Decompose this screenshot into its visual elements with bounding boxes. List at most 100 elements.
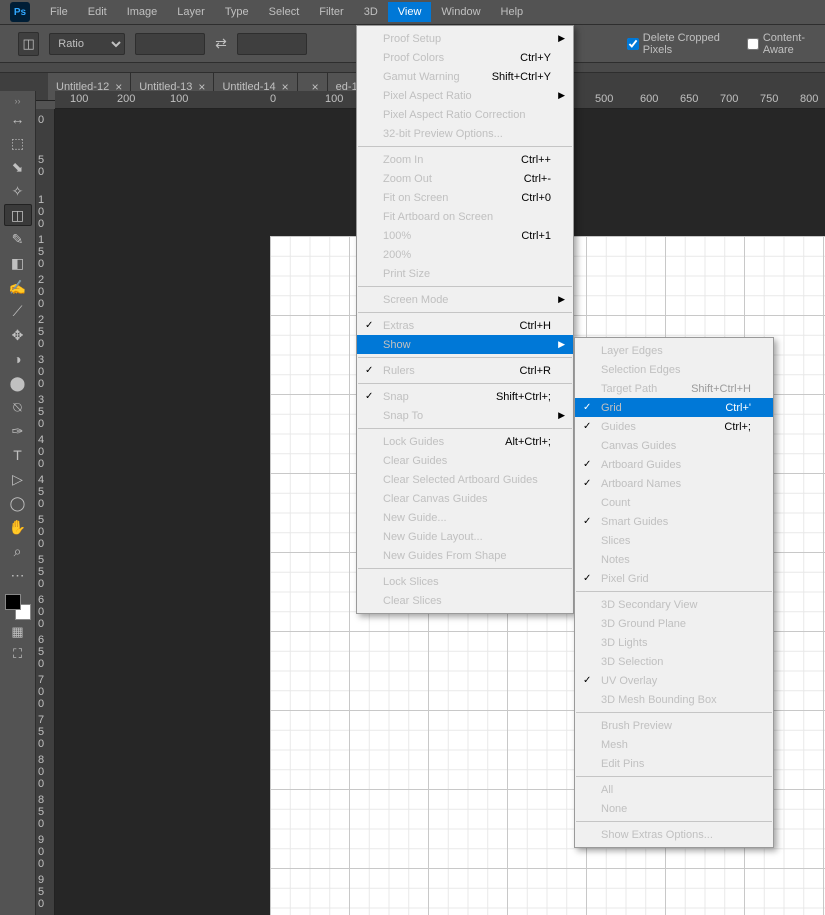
ruler-tick: 950 [38, 874, 44, 910]
delete-cropped-check-input[interactable] [627, 38, 639, 50]
menu-item[interactable]: Fit on ScreenCtrl+0 [357, 188, 573, 207]
ruler-tick: 400 [38, 434, 44, 470]
crop-tool-icon[interactable]: ◫ [18, 32, 39, 56]
menu-window[interactable]: Window [431, 2, 490, 22]
menu-item[interactable]: 200% [357, 245, 573, 264]
swap-dimensions-icon[interactable]: ⇄ [215, 35, 227, 52]
menu-item[interactable]: ✓UV Overlay [575, 671, 773, 690]
tool-button[interactable]: ✧ [4, 180, 32, 202]
crop-width-input[interactable] [135, 33, 205, 55]
color-swatch[interactable] [5, 594, 31, 620]
menu-item[interactable]: Lock Slices [357, 572, 573, 591]
menu-item[interactable]: Slices [575, 531, 773, 550]
menu-3d[interactable]: 3D [354, 2, 388, 22]
menu-separator [576, 776, 772, 777]
foreground-swatch[interactable] [5, 594, 21, 610]
menu-item[interactable]: Proof ColorsCtrl+Y [357, 48, 573, 67]
menu-view[interactable]: View [388, 2, 432, 22]
menu-item: New Guides From Shape [357, 546, 573, 565]
tool-button[interactable]: ⬚ [4, 132, 32, 154]
menu-item[interactable]: Screen Mode▶ [357, 290, 573, 309]
collapse-icon[interactable]: ›› [15, 96, 21, 106]
menu-item[interactable]: Gamut WarningShift+Ctrl+Y [357, 67, 573, 86]
menu-item-label: Extras [383, 320, 414, 332]
menu-item[interactable]: ✓Smart Guides [575, 512, 773, 531]
menu-item[interactable]: Print Size [357, 264, 573, 283]
menu-item: Brush Preview [575, 716, 773, 735]
menu-item-label: New Guide Layout... [383, 531, 483, 543]
content-aware-checkbox[interactable]: Content-Aware [747, 32, 825, 56]
tool-more[interactable]: ⋯ [4, 564, 32, 586]
menu-item[interactable]: ✓ExtrasCtrl+H [357, 316, 573, 335]
menu-item[interactable]: Snap To▶ [357, 406, 573, 425]
menu-item[interactable]: ✓Pixel Grid [575, 569, 773, 588]
content-aware-check-input[interactable] [747, 38, 759, 50]
tool-button[interactable]: ◑ [4, 348, 32, 370]
menu-item-label: Clear Guides [383, 455, 447, 467]
menu-item[interactable]: New Guide Layout... [357, 527, 573, 546]
menu-item[interactable]: 100%Ctrl+1 [357, 226, 573, 245]
menu-image[interactable]: Image [117, 2, 168, 22]
menu-item-label: 3D Ground Plane [601, 618, 686, 630]
menu-item[interactable]: ✓Artboard Guides [575, 455, 773, 474]
tool-button[interactable]: ✑ [4, 420, 32, 442]
crop-height-input[interactable] [237, 33, 307, 55]
menu-item[interactable]: ✓RulersCtrl+R [357, 361, 573, 380]
menu-item[interactable]: Zoom OutCtrl+- [357, 169, 573, 188]
tool-button[interactable]: ✋ [4, 516, 32, 538]
tool-button[interactable]: ◫ [4, 204, 32, 226]
tool-button[interactable]: ⬤ [4, 372, 32, 394]
tool-button[interactable]: T [4, 444, 32, 466]
menu-item-label: Show [383, 339, 411, 351]
menu-filter[interactable]: Filter [309, 2, 353, 22]
menu-item[interactable]: Proof Setup▶ [357, 29, 573, 48]
menu-item[interactable]: Show Extras Options... [575, 825, 773, 844]
menu-item-label: Screen Mode [383, 294, 448, 306]
menu-item[interactable]: ✓SnapShift+Ctrl+; [357, 387, 573, 406]
menu-item[interactable]: New Guide... [357, 508, 573, 527]
menu-item[interactable]: Layer Edges [575, 341, 773, 360]
tool-button[interactable]: ↔ [4, 108, 32, 130]
quick-mask-icon[interactable]: ▦ [4, 622, 32, 642]
menu-separator [358, 428, 572, 429]
tool-button[interactable]: ✍ [4, 276, 32, 298]
tool-button[interactable]: ▷ [4, 468, 32, 490]
menu-file[interactable]: File [40, 2, 78, 22]
menu-shortcut: Alt+Ctrl+; [505, 436, 551, 448]
menu-edit[interactable]: Edit [78, 2, 117, 22]
menu-item[interactable]: ✓GridCtrl+' [575, 398, 773, 417]
tool-button[interactable]: ⍉ [4, 396, 32, 418]
menu-item[interactable]: ✓Artboard Names [575, 474, 773, 493]
ruler-tick: 850 [38, 794, 44, 830]
menu-item[interactable]: Show▶ [357, 335, 573, 354]
tool-button[interactable]: ⟋ [4, 300, 32, 322]
ruler-vertical[interactable]: 0501001502002503003504004505005506006507… [36, 109, 55, 915]
ruler-tick: 0 [270, 93, 276, 105]
menu-help[interactable]: Help [491, 2, 534, 22]
delete-cropped-checkbox[interactable]: Delete Cropped Pixels [627, 32, 737, 56]
menu-type[interactable]: Type [215, 2, 259, 22]
menu-item[interactable]: All [575, 780, 773, 799]
menu-shortcut: Ctrl+; [724, 421, 751, 433]
tool-button[interactable]: ⌕ [4, 540, 32, 562]
menu-item[interactable]: None [575, 799, 773, 818]
menu-item[interactable]: Pixel Aspect Ratio▶ [357, 86, 573, 105]
tool-button[interactable]: ◧ [4, 252, 32, 274]
menu-item-label: New Guides From Shape [383, 550, 507, 562]
menu-layer[interactable]: Layer [167, 2, 215, 22]
menu-item[interactable]: ✓GuidesCtrl+; [575, 417, 773, 436]
tool-button[interactable]: ⬊ [4, 156, 32, 178]
menu-item[interactable]: Lock GuidesAlt+Ctrl+; [357, 432, 573, 451]
menu-separator [358, 357, 572, 358]
menu-separator [358, 312, 572, 313]
tool-button[interactable]: ✥ [4, 324, 32, 346]
tool-button[interactable]: ◯ [4, 492, 32, 514]
menu-item[interactable]: Zoom InCtrl++ [357, 150, 573, 169]
tool-button[interactable]: ✎ [4, 228, 32, 250]
screen-mode-icon[interactable]: ⛶ [4, 644, 32, 664]
menu-item: Pixel Aspect Ratio Correction [357, 105, 573, 124]
menu-shortcut: Ctrl+- [524, 173, 551, 185]
menu-select[interactable]: Select [259, 2, 310, 22]
aspect-ratio-select[interactable]: Ratio [49, 33, 125, 55]
check-icon: ✓ [583, 516, 591, 527]
